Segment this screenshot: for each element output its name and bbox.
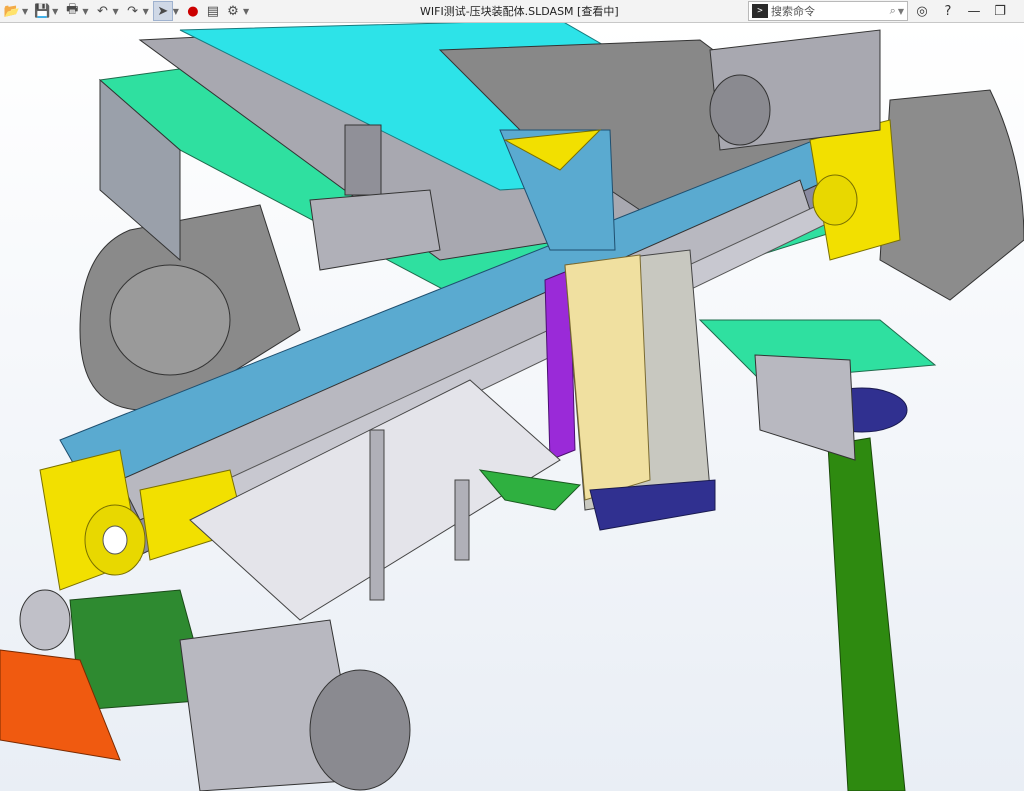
help-icon[interactable]: ? (938, 1, 958, 21)
top-right-motor (709, 29, 881, 151)
redo-icon[interactable]: ↷ (123, 1, 143, 21)
chevron-down-icon[interactable]: ▼ (52, 7, 58, 16)
open-icon[interactable]: 📂 (2, 1, 22, 21)
search-input[interactable]: 搜索命令 (771, 3, 890, 19)
assembly-3d-model[interactable] (0, 19, 1024, 792)
chevron-down-icon[interactable]: ▼ (898, 7, 904, 16)
search-icon[interactable]: ⌕ (890, 4, 896, 18)
options-gear-icon[interactable]: ⚙ (223, 1, 243, 21)
graphics-viewport[interactable] (0, 19, 1024, 792)
select-icon[interactable]: ➤ (152, 1, 173, 21)
title-bar: 📂 ▼ 💾 ▼ 🖶 ▼ ↶ ▼ ↷ ▼ ➤ ▼ ● ▤ ⚙ ▼ WIFI测试-压… (0, 0, 1024, 23)
save-icon[interactable]: 💾 (32, 1, 52, 21)
chevron-down-icon[interactable]: ▼ (243, 7, 249, 16)
window-title: WIFI测试-压块装配体.SLDASM [查看中] (420, 5, 619, 18)
chevron-down-icon[interactable]: ▼ (82, 7, 88, 16)
command-prompt-icon: > (752, 4, 768, 18)
chevron-down-icon[interactable]: ▼ (112, 7, 118, 16)
minimize-icon[interactable]: — (964, 1, 984, 21)
undo-icon[interactable]: ↶ (92, 1, 112, 21)
chevron-down-icon[interactable]: ▼ (143, 7, 149, 16)
quick-access-toolbar: 📂 ▼ 💾 ▼ 🖶 ▼ ↶ ▼ ↷ ▼ ➤ ▼ ● ▤ ⚙ ▼ (0, 0, 253, 22)
command-search[interactable]: > 搜索命令 ⌕ ▼ (748, 1, 908, 21)
traffic-light-icon[interactable]: ● (183, 1, 203, 21)
user-icon[interactable]: ◎ (912, 1, 932, 21)
chevron-down-icon[interactable]: ▼ (173, 7, 179, 16)
restore-icon[interactable]: ❐ (990, 1, 1010, 21)
print-icon[interactable]: 🖶 (62, 1, 82, 21)
file-properties-icon[interactable]: ▤ (203, 1, 223, 21)
chevron-down-icon[interactable]: ▼ (22, 7, 28, 16)
